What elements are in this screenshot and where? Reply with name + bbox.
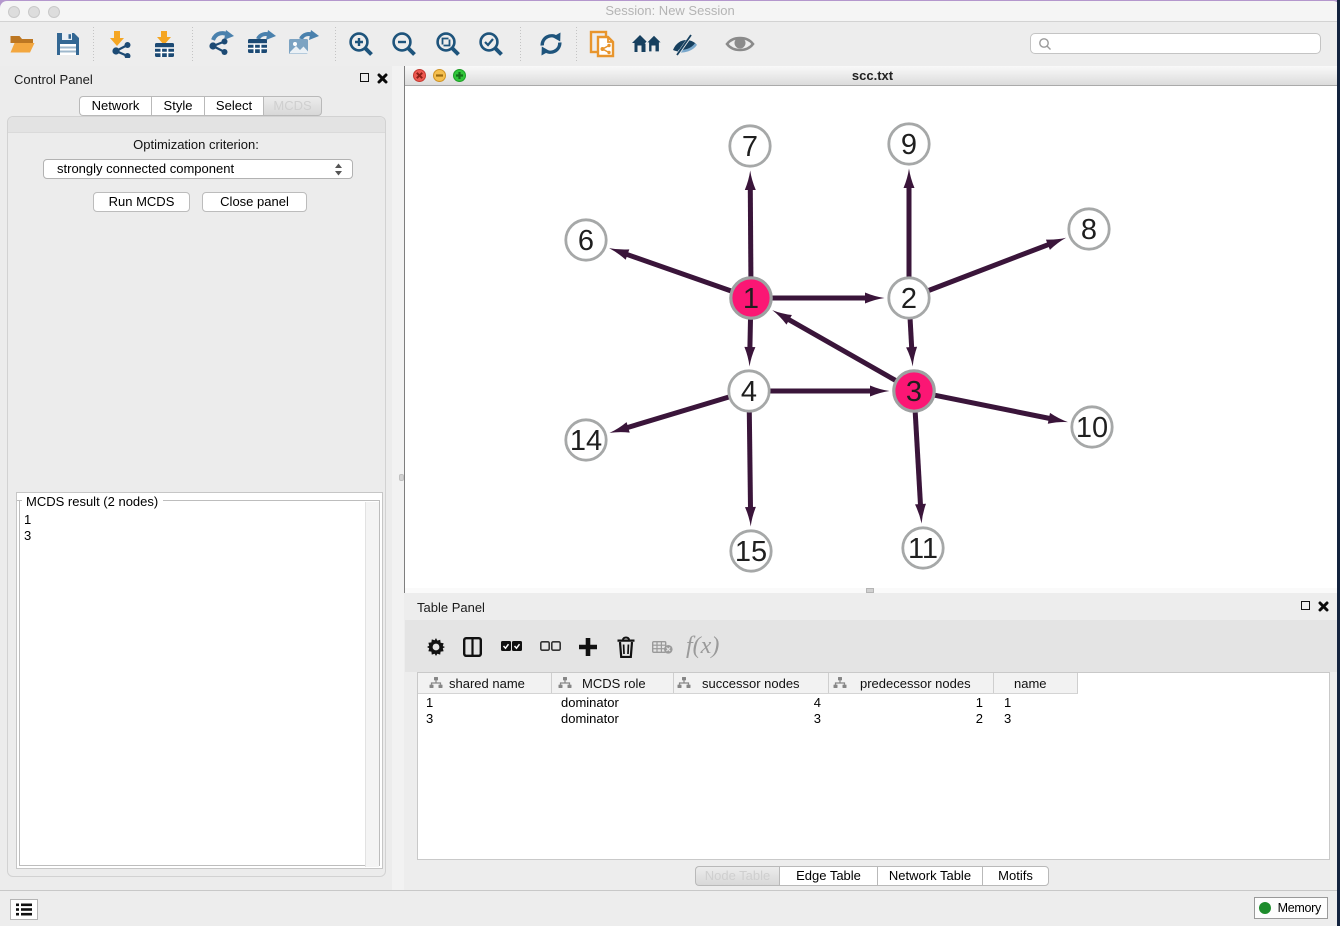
svg-text:15: 15 (735, 536, 767, 568)
svg-text:3: 3 (906, 376, 922, 408)
svg-text:11: 11 (908, 533, 938, 565)
svg-text:14: 14 (570, 425, 602, 457)
svg-text:8: 8 (1081, 214, 1097, 246)
svg-text:1: 1 (743, 283, 759, 315)
svg-text:4: 4 (741, 376, 757, 408)
svg-text:10: 10 (1076, 412, 1108, 444)
svg-text:7: 7 (742, 131, 758, 163)
svg-text:9: 9 (901, 129, 917, 161)
svg-text:6: 6 (578, 225, 594, 257)
svg-text:2: 2 (901, 283, 917, 315)
